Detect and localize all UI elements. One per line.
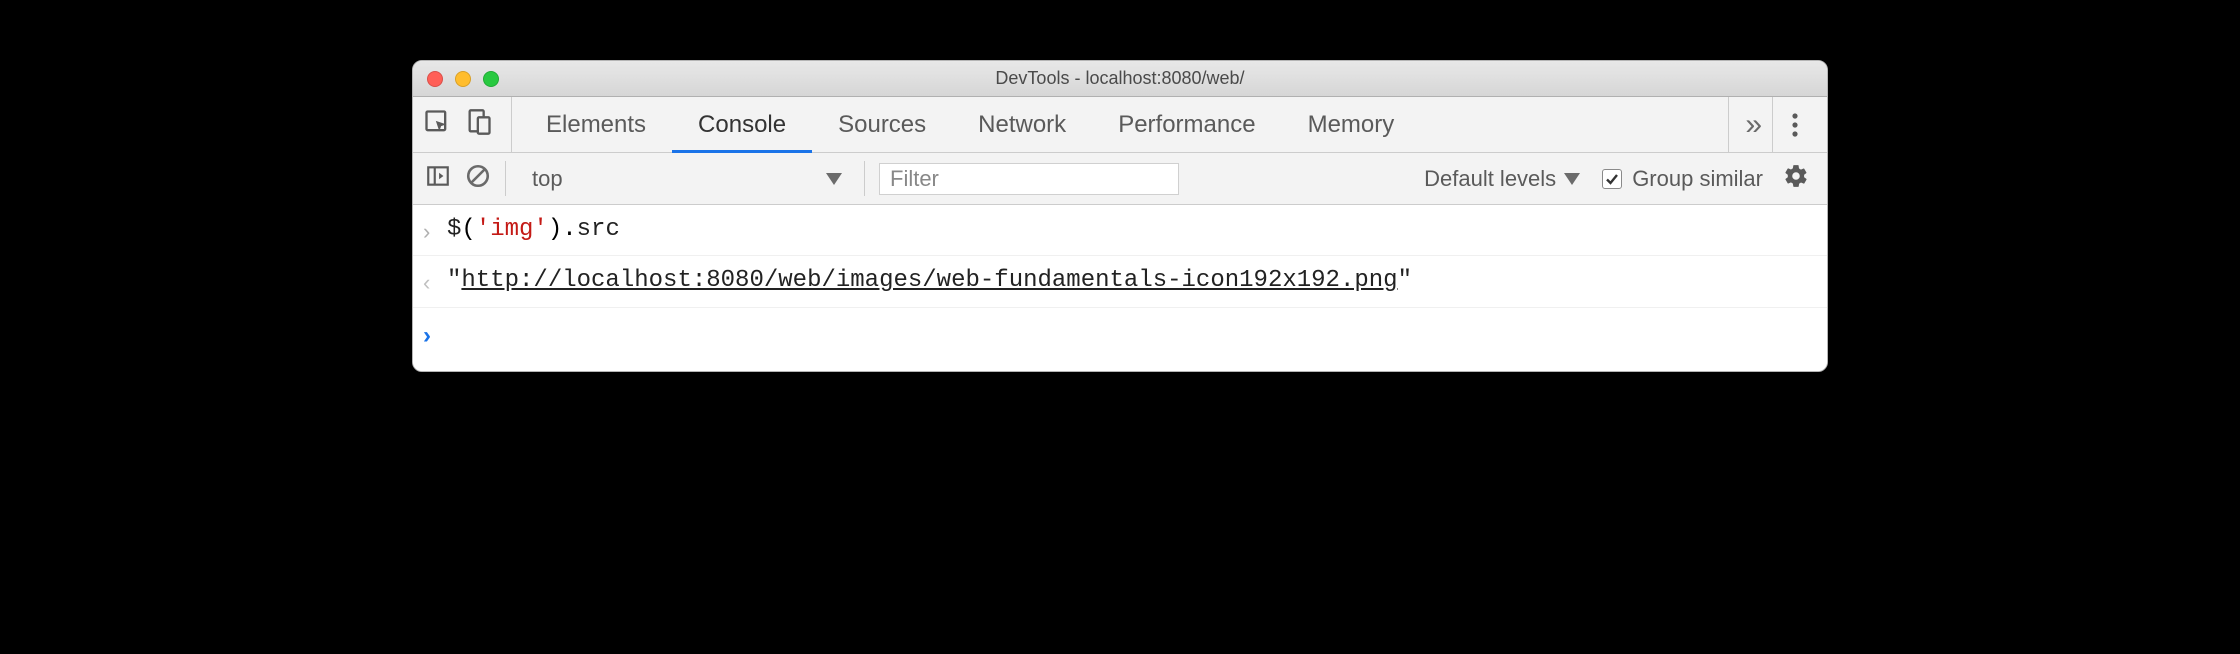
console-settings-icon[interactable] [1777,163,1815,195]
tab-label: Elements [546,111,646,139]
titlebar: DevTools - localhost:8080/web/ [413,61,1827,97]
console-toolbar: top Default levels Group similar [413,153,1827,205]
close-window-button[interactable] [427,71,443,87]
window-title: DevTools - localhost:8080/web/ [413,68,1827,89]
checkbox-icon [1602,169,1622,189]
tab-memory[interactable]: Memory [1282,97,1421,152]
inspect-element-icon[interactable] [423,108,451,141]
tab-label: Memory [1308,111,1395,139]
tabs-overflow-button[interactable]: » [1728,97,1773,152]
clear-console-icon[interactable] [465,163,491,195]
tab-label: Console [698,111,786,139]
input-marker-icon [423,214,430,253]
group-similar-label: Group similar [1632,166,1763,192]
panel-tabs: Elements Console Sources Network Perform… [413,97,1827,153]
dropdown-caret-icon [1564,173,1580,185]
console-prompt[interactable] [413,308,1827,371]
execution-context-select[interactable]: top [520,166,850,192]
tab-label: Performance [1118,111,1255,139]
toggle-sidebar-icon[interactable] [425,163,451,195]
levels-label: Default levels [1424,166,1556,192]
console-code[interactable]: $('img').src [447,211,1817,249]
prompt-marker-icon [423,317,431,357]
minimize-window-button[interactable] [455,71,471,87]
device-toggle-icon[interactable] [465,108,493,141]
chevron-right-double-icon: » [1745,108,1756,142]
tab-network[interactable]: Network [952,97,1092,152]
context-label: top [532,166,563,192]
log-levels-select[interactable]: Default levels [1416,166,1588,192]
kebab-icon [1791,111,1799,139]
console-output: $('img').src "http://localhost:8080/web/… [413,205,1827,371]
console-result[interactable]: "http://localhost:8080/web/images/web-fu… [447,262,1817,300]
zoom-window-button[interactable] [483,71,499,87]
tab-elements[interactable]: Elements [520,97,672,152]
dropdown-caret-icon [826,173,842,185]
window-controls [413,71,499,87]
group-similar-toggle[interactable]: Group similar [1602,166,1763,192]
tab-label: Network [978,111,1066,139]
result-marker-icon [423,265,430,304]
result-url-link[interactable]: http://localhost:8080/web/images/web-fun… [461,267,1397,294]
more-menu-button[interactable] [1773,97,1817,152]
filter-input[interactable] [879,163,1179,195]
tab-sources[interactable]: Sources [812,97,952,152]
tab-performance[interactable]: Performance [1092,97,1281,152]
console-input-entry: $('img').src [413,205,1827,256]
console-result-entry: "http://localhost:8080/web/images/web-fu… [413,256,1827,307]
tab-label: Sources [838,111,926,139]
devtools-window: DevTools - localhost:8080/web/ Elements … [412,60,1828,372]
tab-console[interactable]: Console [672,97,812,152]
